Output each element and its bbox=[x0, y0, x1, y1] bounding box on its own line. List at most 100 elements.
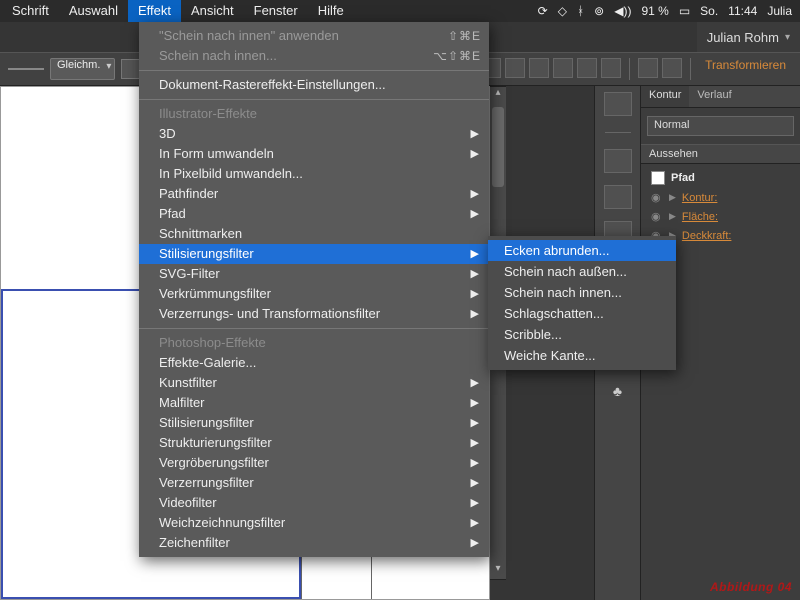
menu-apply-last-effect[interactable]: "Schein nach innen" anwenden ⇧⌘E bbox=[139, 26, 489, 46]
suit-club-icon[interactable]: ♣ bbox=[613, 383, 622, 399]
menu-item-label: 3D bbox=[159, 126, 176, 141]
menu-item[interactable]: Schnittmarken bbox=[139, 224, 489, 244]
stroke-profile-dropdown[interactable]: Gleichm. bbox=[50, 58, 115, 80]
menu-item-label: Effekte-Galerie... bbox=[159, 355, 256, 370]
menubar-item-auswahl[interactable]: Auswahl bbox=[59, 0, 128, 22]
scroll-thumb[interactable] bbox=[492, 107, 504, 187]
tab-kontur[interactable]: Kontur bbox=[641, 86, 689, 107]
menubar-item-ansicht[interactable]: Ansicht bbox=[181, 0, 244, 22]
menu-item[interactable]: Stilisierungsfilter▶ bbox=[139, 413, 489, 433]
menu-item[interactable]: Pathfinder▶ bbox=[139, 184, 489, 204]
align-top-button[interactable] bbox=[553, 58, 573, 78]
clock-time: 11:44 bbox=[728, 4, 757, 18]
menu-item[interactable]: In Form umwandeln▶ bbox=[139, 144, 489, 164]
submenu-item[interactable]: Weiche Kante... bbox=[488, 345, 676, 366]
separator bbox=[690, 58, 691, 80]
menu-item[interactable]: Vergröberungsfilter▶ bbox=[139, 453, 489, 473]
submenu-arrow-icon: ▶ bbox=[471, 124, 479, 144]
disclosure-triangle-icon[interactable]: ▶ bbox=[669, 211, 676, 222]
menubar-item-schrift[interactable]: Schrift bbox=[2, 0, 59, 22]
panel-tab-row: Kontur Verlauf bbox=[641, 86, 800, 108]
volume-icon[interactable]: ◀)) bbox=[614, 4, 631, 18]
figure-caption: Abbildung 04 bbox=[710, 580, 792, 594]
appearance-attr-row[interactable]: ◉▶Fläche: bbox=[647, 207, 794, 226]
appearance-panel-header[interactable]: Aussehen bbox=[641, 144, 800, 164]
menu-item[interactable]: Verkrümmungsfilter▶ bbox=[139, 284, 489, 304]
battery-percent: 91 % bbox=[641, 4, 668, 18]
workspace-switcher[interactable]: Julian Rohm ▾ bbox=[697, 22, 800, 52]
visibility-eye-icon[interactable]: ◉ bbox=[651, 210, 663, 223]
menu-item-label: Pfad bbox=[159, 206, 186, 221]
battery-icon[interactable]: ▭ bbox=[679, 4, 690, 18]
grid-panel-icon[interactable] bbox=[604, 92, 632, 116]
menu-item[interactable]: SVG-Filter▶ bbox=[139, 264, 489, 284]
menu-reapply-last-effect[interactable]: Schein nach innen... ⌥⇧⌘E bbox=[139, 46, 489, 66]
submenu-arrow-icon: ▶ bbox=[471, 144, 479, 164]
menu-item[interactable]: Stilisierungsfilter▶ bbox=[139, 244, 489, 264]
submenu-arrow-icon: ▶ bbox=[471, 264, 479, 284]
disclosure-triangle-icon[interactable]: ▶ bbox=[669, 192, 676, 203]
appearance-object-row[interactable]: Pfad bbox=[647, 168, 794, 188]
submenu-arrow-icon: ▶ bbox=[471, 373, 479, 393]
menu-item-label: Stilisierungsfilter bbox=[159, 415, 254, 430]
align-vcenter-button[interactable] bbox=[577, 58, 597, 78]
dropbox-icon[interactable]: ◇ bbox=[558, 4, 567, 18]
sync-icon[interactable]: ⟳ bbox=[538, 4, 548, 18]
scroll-down-arrow-icon[interactable]: ▾ bbox=[490, 563, 506, 579]
menubar-item-fenster[interactable]: Fenster bbox=[244, 0, 308, 22]
system-status-icons: ⟳ ◇ ᚼ ⊚ ◀)) 91 % ▭ So. 11:44 Julia bbox=[538, 4, 798, 18]
submenu-arrow-icon: ▶ bbox=[471, 393, 479, 413]
visibility-eye-icon[interactable]: ◉ bbox=[651, 191, 663, 204]
bluetooth-icon[interactable]: ᚼ bbox=[577, 4, 584, 18]
brushes-panel-icon[interactable] bbox=[604, 185, 632, 209]
menu-item[interactable]: Weichzeichnungsfilter▶ bbox=[139, 513, 489, 533]
menu-item[interactable]: Kunstfilter ▶ bbox=[139, 373, 489, 393]
menu-item-label: Kunstfilter bbox=[159, 375, 217, 390]
menu-item[interactable]: 3D ▶ bbox=[139, 124, 489, 144]
submenu-item[interactable]: Schlagschatten... bbox=[488, 303, 676, 324]
align-right-button[interactable] bbox=[529, 58, 549, 78]
shape-mode-button[interactable] bbox=[638, 58, 658, 78]
menu-item-label: Vergröberungsfilter bbox=[159, 455, 269, 470]
blend-mode-dropdown[interactable]: Normal bbox=[647, 116, 794, 136]
menu-item-label: Schein nach innen... bbox=[159, 48, 277, 63]
submenu-item[interactable]: Scribble... bbox=[488, 324, 676, 345]
align-hcenter-button[interactable] bbox=[505, 58, 525, 78]
menu-item[interactable]: In Pixelbild umwandeln... bbox=[139, 164, 489, 184]
submenu-arrow-icon: ▶ bbox=[471, 533, 479, 553]
menu-item[interactable]: Effekte-Galerie... bbox=[139, 353, 489, 373]
menu-section-illustrator: Illustrator-Effekte bbox=[139, 104, 489, 124]
swatches-panel-icon[interactable] bbox=[604, 149, 632, 173]
shortcut-label: ⌥⇧⌘E bbox=[433, 46, 481, 66]
menu-item[interactable]: Videofilter▶ bbox=[139, 493, 489, 513]
align-bottom-button[interactable] bbox=[601, 58, 621, 78]
menu-item[interactable]: Malfilter▶ bbox=[139, 393, 489, 413]
submenu-item[interactable]: Ecken abrunden... bbox=[488, 240, 676, 261]
menu-item[interactable]: Verzerrungsfilter▶ bbox=[139, 473, 489, 493]
scroll-up-arrow-icon[interactable]: ▴ bbox=[490, 87, 506, 103]
menu-item-label: Weichzeichnungsfilter bbox=[159, 515, 285, 530]
stroke-preview bbox=[8, 68, 44, 70]
wifi-icon[interactable]: ⊚ bbox=[594, 4, 604, 18]
menu-item-label: Zeichenfilter bbox=[159, 535, 230, 550]
menu-separator bbox=[139, 70, 489, 71]
menu-section-photoshop: Photoshop-Effekte bbox=[139, 333, 489, 353]
tab-verlauf[interactable]: Verlauf bbox=[689, 86, 739, 107]
menu-item-label: "Schein nach innen" anwenden bbox=[159, 28, 339, 43]
pathfinder-button[interactable] bbox=[662, 58, 682, 78]
menu-document-raster-settings[interactable]: Dokument-Rastereffekt-Einstellungen... bbox=[139, 75, 489, 95]
submenu-item[interactable]: Schein nach innen... bbox=[488, 282, 676, 303]
transform-link[interactable]: Transformieren bbox=[699, 58, 792, 80]
user-short: Julia bbox=[767, 4, 792, 18]
separator bbox=[629, 58, 630, 80]
menu-item[interactable]: Pfad▶ bbox=[139, 204, 489, 224]
menubar-item-effekt[interactable]: Effekt bbox=[128, 0, 181, 22]
menu-item[interactable]: Strukturierungsfilter▶ bbox=[139, 433, 489, 453]
menu-item-label: Verzerrungsfilter bbox=[159, 475, 254, 490]
submenu-item[interactable]: Schein nach außen... bbox=[488, 261, 676, 282]
menu-item[interactable]: Zeichenfilter ▶ bbox=[139, 533, 489, 553]
menubar-item-hilfe[interactable]: Hilfe bbox=[308, 0, 354, 22]
appearance-object-label: Pfad bbox=[671, 172, 695, 184]
menu-item[interactable]: Verzerrungs- und Transformationsfilter▶ bbox=[139, 304, 489, 324]
appearance-attr-row[interactable]: ◉▶Kontur: bbox=[647, 188, 794, 207]
